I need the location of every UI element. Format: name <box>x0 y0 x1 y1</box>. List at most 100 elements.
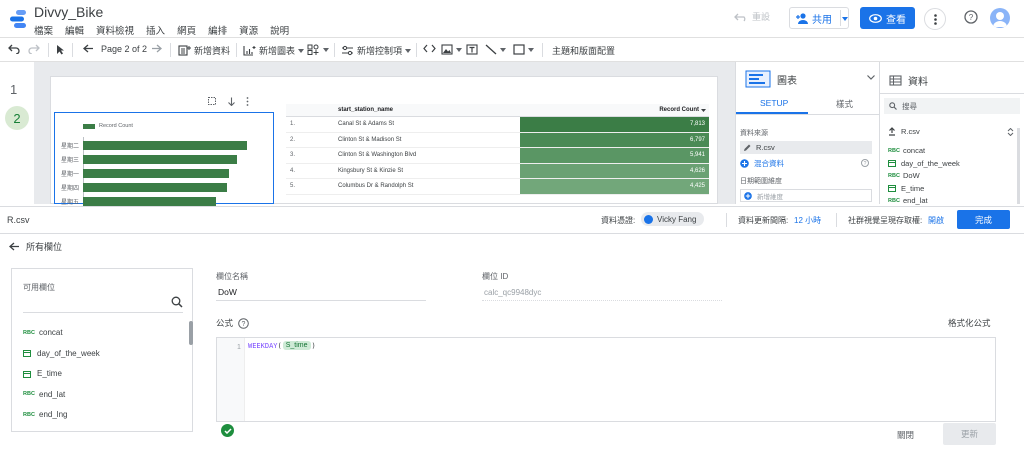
back-to-all-fields[interactable]: 所有欄位 <box>9 240 62 253</box>
divider <box>416 43 417 57</box>
dropdown-arrow-icon[interactable] <box>842 17 848 21</box>
drill-icon[interactable] <box>227 97 236 106</box>
bar[interactable] <box>83 141 247 150</box>
fields-search-input[interactable] <box>23 296 183 313</box>
datasource-group[interactable]: R.csv <box>888 127 920 136</box>
undo-button[interactable] <box>8 44 20 54</box>
available-field-item[interactable]: RBC concat <box>23 328 63 337</box>
field-item[interactable]: RBC DoW <box>888 171 920 180</box>
add-data-button[interactable]: 新增資料 <box>178 44 230 57</box>
available-field-item[interactable]: RBC end_lat <box>23 390 65 399</box>
next-page-button[interactable] <box>151 44 162 53</box>
station-name: Columbus Dr & Randolph St <box>338 183 414 189</box>
report-title[interactable]: Divvy_Bike <box>34 4 103 20</box>
done-button[interactable]: 完成 <box>957 210 1010 229</box>
table-row[interactable]: 1. Canal St & Adams St 7,813 <box>286 117 709 133</box>
update-button[interactable]: 更新 <box>943 423 996 445</box>
sort-desc-icon[interactable] <box>701 109 706 112</box>
formula-editor[interactable]: 1 WEEKDAY ( S_time ) <box>216 337 996 422</box>
blend-data-button[interactable]: 混合資料 <box>740 158 784 169</box>
view-button[interactable]: 查看 <box>860 7 915 29</box>
available-field-item[interactable]: RBC end_lng <box>23 410 67 419</box>
table-widget[interactable]: start_station_name Record Count 1. Canal … <box>286 104 709 195</box>
field-id-label: 欄位 ID <box>482 272 509 281</box>
format-formula-button[interactable]: 格式化公式 <box>948 317 991 329</box>
redo-icon <box>28 44 40 54</box>
collapse-icon[interactable] <box>1007 128 1014 136</box>
table-row[interactable]: 5. Columbus Dr & Randolph St 4,425 <box>286 179 709 195</box>
tab-style[interactable]: 樣式 <box>836 98 853 110</box>
table-row[interactable]: 3. Clinton St & Washington Blvd 5,941 <box>286 148 709 164</box>
add-chart-button[interactable]: 新增圖表 <box>243 44 305 57</box>
close-button[interactable]: 關閉 <box>897 429 914 441</box>
menu-insert[interactable]: 插入 <box>146 23 165 37</box>
chevron-down-icon[interactable] <box>867 75 875 80</box>
add-dimension-button[interactable]: 新增維度 <box>740 189 872 202</box>
bar-category-label: 星期四 <box>61 186 80 192</box>
page-thumb-2-active[interactable]: 2 <box>5 106 29 130</box>
menu-file[interactable]: 檔案 <box>34 23 53 37</box>
page-thumb-1[interactable]: 1 <box>10 82 17 97</box>
text-box-button[interactable] <box>466 44 478 55</box>
data-studio-logo-icon[interactable] <box>8 8 28 30</box>
line-gutter: 1 <box>217 338 245 421</box>
insert-image-button[interactable] <box>441 44 462 55</box>
row-index: 5. <box>290 183 296 189</box>
data-freshness-link[interactable]: 12 小時 <box>794 215 821 226</box>
field-name-input[interactable]: DoW <box>216 285 426 301</box>
field-item[interactable]: day_of_the_week <box>888 159 960 168</box>
scrollbar-thumb[interactable] <box>189 321 193 345</box>
formula-code[interactable]: WEEKDAY ( S_time ) <box>248 341 316 350</box>
menu-page[interactable]: 網頁 <box>177 23 196 37</box>
bar[interactable] <box>83 169 229 178</box>
column-header-count[interactable]: Record Count <box>659 107 699 113</box>
community-viz-access-link[interactable]: 開啟 <box>928 215 944 226</box>
menu-help[interactable]: 說明 <box>270 23 289 37</box>
share-button[interactable]: 共用 <box>789 7 849 29</box>
bar[interactable] <box>83 197 216 206</box>
redo-button[interactable] <box>28 44 40 54</box>
table-row[interactable]: 2. Clinton St & Madison St 6,797 <box>286 132 709 148</box>
user-avatar[interactable] <box>990 8 1010 28</box>
fields-search-box[interactable]: 搜尋 <box>884 98 1020 114</box>
scrollbar[interactable] <box>1017 128 1020 204</box>
available-field-item[interactable]: E_time <box>23 369 62 378</box>
add-control-button[interactable]: 新增控制項 <box>341 44 412 57</box>
station-name: Clinton St & Washington Blvd <box>338 152 417 158</box>
more-vert-icon[interactable] <box>246 97 249 106</box>
available-field-item[interactable]: day_of_the_week <box>23 349 100 358</box>
embed-url-button[interactable] <box>423 44 436 53</box>
help-icon[interactable]: ? <box>238 317 249 329</box>
svg-text:?: ? <box>242 321 246 328</box>
reset-button[interactable]: 重設 <box>734 10 770 23</box>
column-header-station[interactable]: start_station_name <box>338 107 393 113</box>
prev-page-button[interactable] <box>83 44 94 53</box>
shape-tool-button[interactable] <box>513 44 534 55</box>
field-item[interactable]: RBC concat <box>888 146 925 155</box>
more-options-button[interactable] <box>924 8 946 30</box>
table-row[interactable]: 4. Kingsbury St & Kinzie St 4,626 <box>286 163 709 179</box>
credentials-chip[interactable]: Vicky Fang <box>641 212 705 226</box>
help-icon[interactable]: ? <box>861 159 869 167</box>
bar[interactable] <box>83 155 237 164</box>
menu-arrange[interactable]: 編排 <box>208 23 227 37</box>
line-tool-button[interactable] <box>485 44 506 55</box>
datasource-selector[interactable]: R.csv <box>740 141 872 154</box>
bar-chart-type-icon[interactable] <box>745 70 771 88</box>
formula-field-chip[interactable]: S_time <box>282 341 311 350</box>
menu-view[interactable]: 資料檢視 <box>96 23 134 37</box>
select-tool-button[interactable] <box>56 44 65 55</box>
add-circle-icon <box>744 191 752 200</box>
menu-resource[interactable]: 資源 <box>239 23 258 37</box>
select-region-icon[interactable] <box>208 97 217 106</box>
bar[interactable] <box>83 183 227 192</box>
help-button[interactable]: ? <box>964 10 978 24</box>
theme-layout-button[interactable]: 主題和版面配置 <box>552 44 615 57</box>
divider <box>880 93 1024 94</box>
field-item[interactable]: RBC end_lat <box>888 196 928 205</box>
bar-chart-widget[interactable]: Record Count 星期二 星期三 星期一 星期四 星期五 <box>54 112 274 206</box>
menu-edit[interactable]: 編輯 <box>65 23 84 37</box>
field-item[interactable]: E_time <box>888 184 924 193</box>
tab-setup[interactable]: SETUP <box>760 98 788 108</box>
community-viz-button[interactable] <box>307 44 329 55</box>
